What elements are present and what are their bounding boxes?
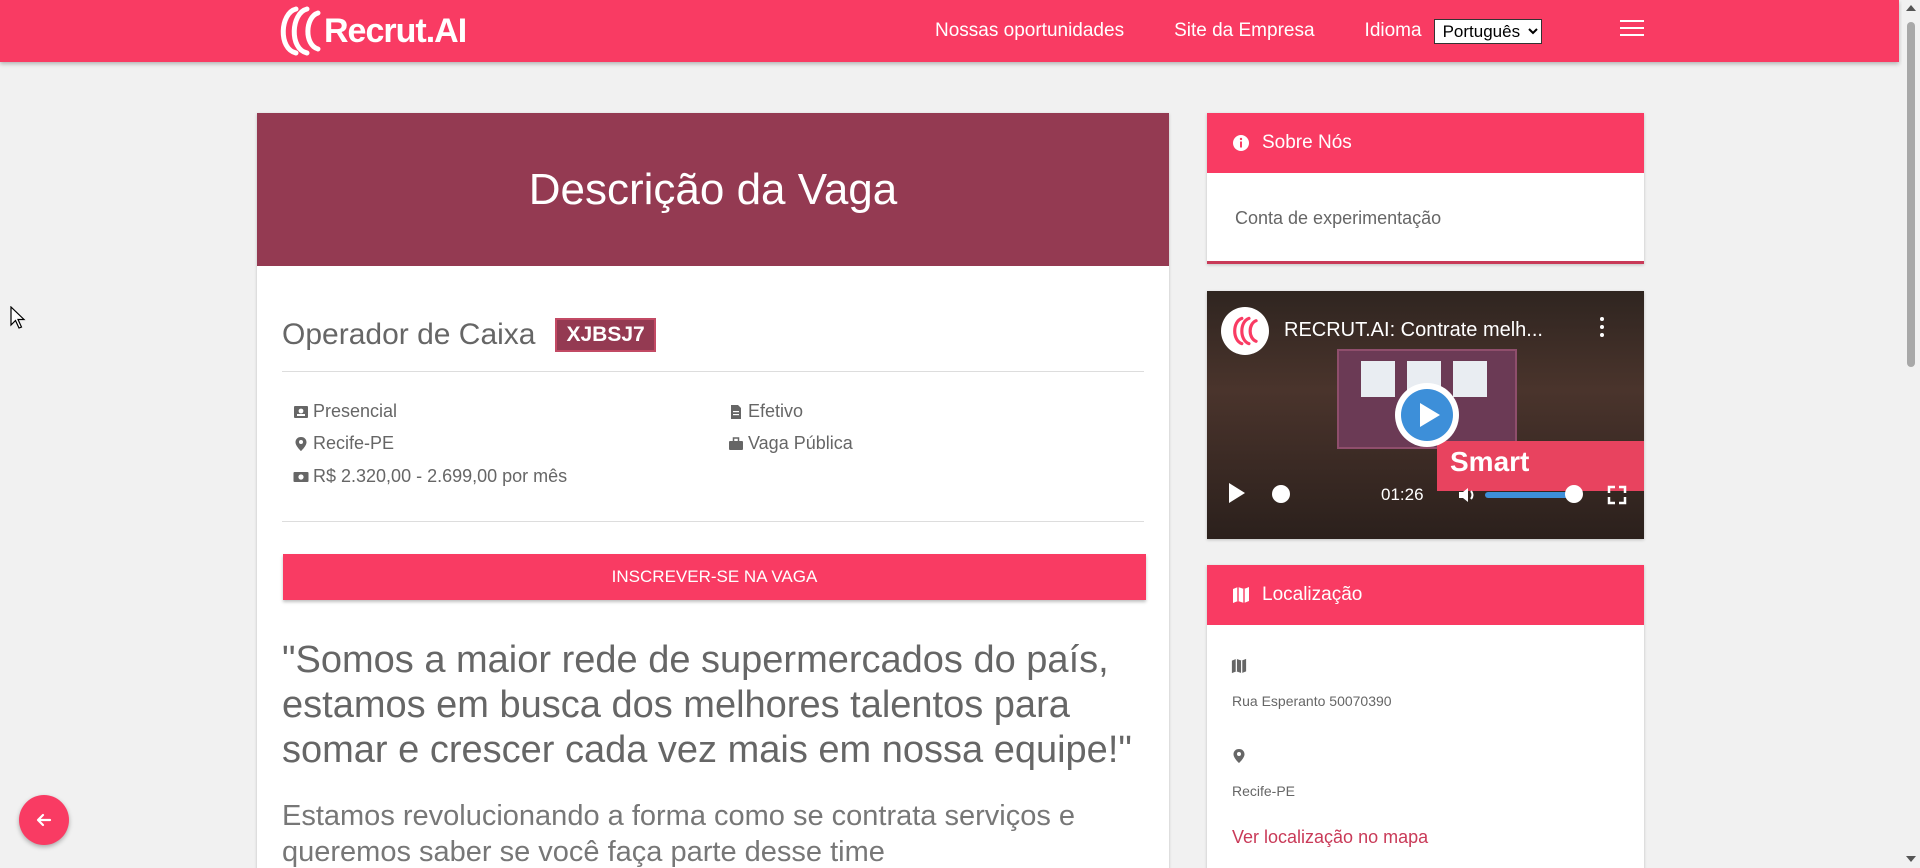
company-pitch: Estamos revolucionando a forma como se c…: [282, 800, 1076, 868]
back-button[interactable]: [19, 795, 69, 845]
fullscreen-icon[interactable]: [1607, 485, 1627, 505]
scroll-up-arrow-icon[interactable]: [1906, 5, 1916, 11]
scroll-down-arrow-icon[interactable]: [1906, 856, 1916, 862]
work-mode-detail: Presencial: [293, 401, 397, 422]
map-marker-icon: [1233, 749, 1245, 763]
briefcase-icon: [729, 436, 743, 450]
video-controls: 01:26: [1207, 477, 1644, 513]
id-badge-icon: [294, 405, 308, 418]
salary-detail: R$ 2.320,00 - 2.699,00 por mês: [293, 466, 567, 487]
channel-logo-icon: [1233, 316, 1258, 346]
about-header: Sobre Nós: [1207, 113, 1644, 173]
about-card: Sobre Nós Conta de experimentação: [1207, 113, 1644, 264]
volume-slider-handle[interactable]: [1565, 485, 1583, 503]
page-scrollbar[interactable]: [1902, 0, 1920, 868]
channel-avatar[interactable]: [1221, 307, 1269, 355]
job-title-row: Operador de Caixa XJBSJ7: [282, 318, 656, 352]
location-header: Localização: [1207, 565, 1644, 625]
work-mode-text: Presencial: [313, 401, 398, 421]
about-text: Conta de experimentação: [1235, 208, 1442, 228]
video-title[interactable]: RECRUT.AI: Contrate melh...: [1284, 319, 1543, 342]
volume-icon[interactable]: [1457, 485, 1477, 505]
logo-text: Recrut.AI: [324, 11, 467, 50]
top-navbar: Recrut.AI Nossas oportunidades Site da E…: [0, 0, 1899, 62]
apply-button[interactable]: INSCREVER-SE NA VAGA: [283, 554, 1146, 600]
contract-detail: Efetivo: [728, 401, 803, 422]
salary-text: R$ 2.320,00 - 2.699,00 por mês: [313, 466, 568, 486]
video-time: 01:26: [1381, 485, 1424, 504]
job-title: Operador de Caixa: [282, 318, 536, 351]
view-map-link[interactable]: Ver localização no mapa: [1232, 827, 1428, 848]
company-quote: "Somos a maior rede de supermercados do …: [282, 639, 1132, 771]
logo-mark-icon: [280, 6, 321, 56]
city-text: Recife-PE: [1232, 783, 1296, 799]
arrow-left-icon: [36, 813, 52, 827]
map-icon: [1233, 587, 1249, 603]
divider: [282, 371, 1144, 372]
play-icon[interactable]: [1229, 483, 1245, 503]
play-button-large[interactable]: [1395, 383, 1459, 447]
youtube-video-player[interactable]: Smart RECRUT.AI: Contrate melh... 01:26: [1207, 291, 1644, 539]
play-icon: [1401, 389, 1453, 441]
hamburger-menu-icon[interactable]: [1620, 20, 1644, 40]
mouse-cursor-icon: [10, 306, 26, 329]
money-bill-icon: [293, 471, 309, 482]
info-circle-icon: [1233, 135, 1249, 151]
job-code-badge: XJBSJ7: [555, 318, 656, 352]
job-description-card: Descrição da Vaga Operador de Caixa XJBS…: [257, 113, 1169, 868]
divider: [282, 521, 1144, 522]
file-text-icon: [731, 404, 741, 419]
nav-link-opportunities[interactable]: Nossas oportunidades: [935, 20, 1124, 42]
contract-text: Efetivo: [748, 401, 804, 421]
nav-link-company-site[interactable]: Site da Empresa: [1174, 20, 1314, 42]
page-title: Descrição da Vaga: [528, 164, 898, 214]
nav-links: Nossas oportunidades Site da Empresa Idi…: [935, 0, 1542, 62]
location-text: Recife-PE: [313, 433, 395, 453]
more-options-icon[interactable]: [1600, 317, 1606, 339]
address-text: Rua Esperanto 50070390: [1232, 693, 1392, 709]
volume-slider[interactable]: [1485, 492, 1573, 498]
visibility-text: Vaga Pública: [748, 433, 853, 453]
visibility-detail: Vaga Pública: [728, 433, 853, 454]
about-title: Sobre Nós: [1262, 132, 1352, 153]
map-icon: [1231, 658, 1247, 674]
scrollbar-thumb[interactable]: [1907, 22, 1915, 367]
location-title: Localização: [1262, 584, 1363, 605]
language-select[interactable]: Português: [1433, 18, 1542, 44]
recrut-ai-logo[interactable]: Recrut.AI: [274, 3, 467, 59]
location-detail: Recife-PE: [293, 433, 394, 454]
map-marker-icon: [295, 436, 307, 451]
language-label: Idioma: [1364, 20, 1422, 41]
location-card: Localização Rua Esperanto 50070390 Recif…: [1207, 565, 1644, 868]
seek-handle[interactable]: [1272, 485, 1290, 503]
video-screen-text: Smart: [1450, 446, 1530, 477]
job-description-header: Descrição da Vaga: [257, 113, 1169, 266]
